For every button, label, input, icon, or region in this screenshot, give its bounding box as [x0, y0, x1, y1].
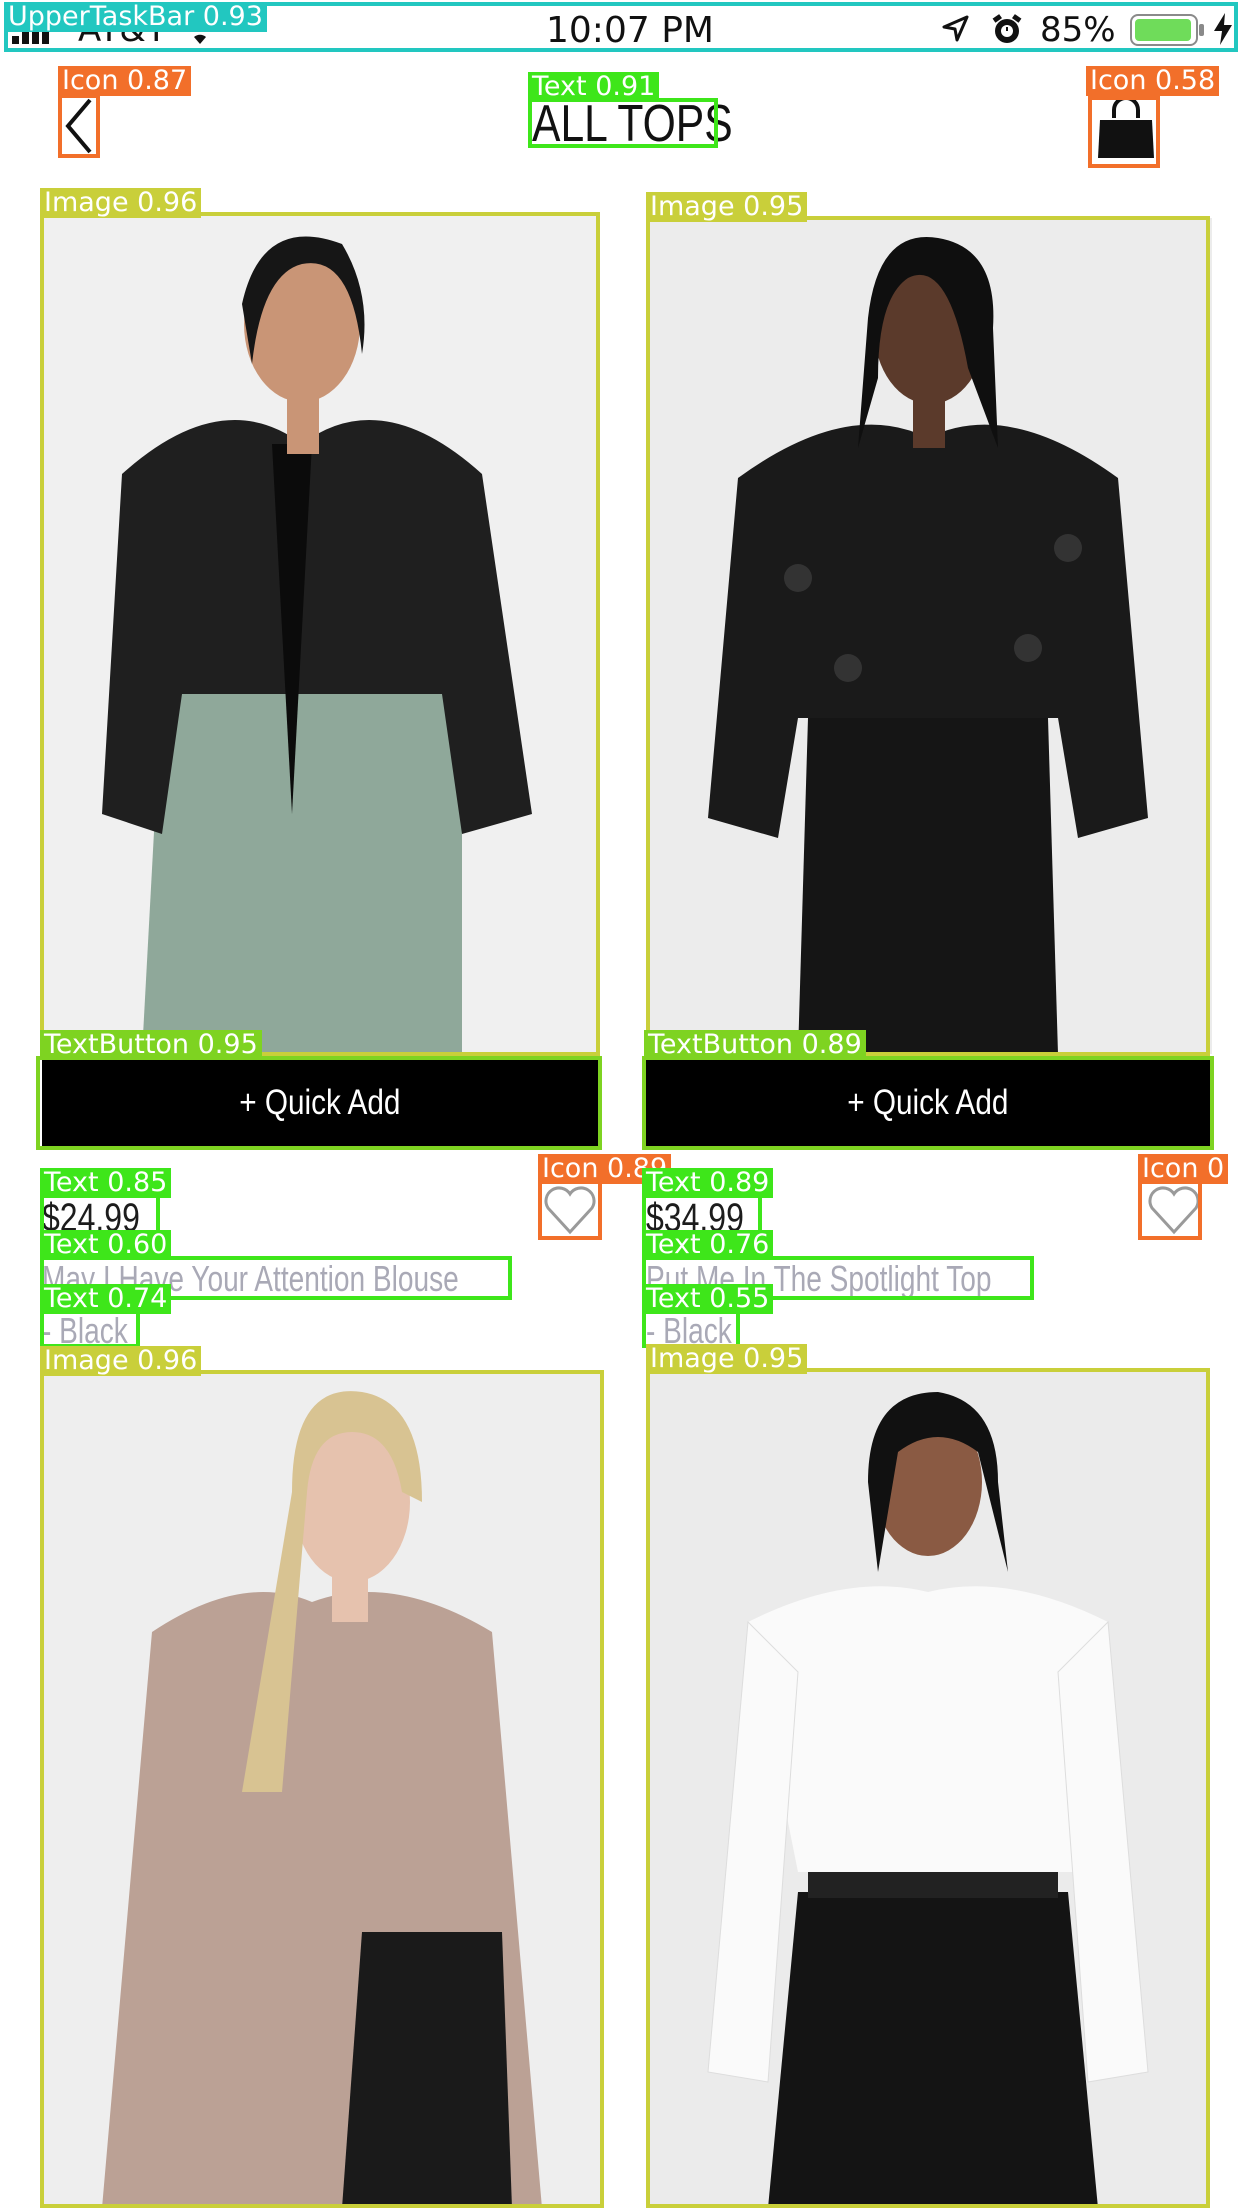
detection-label-image-2: Image 0.95 — [646, 192, 808, 222]
detection-label-name-2a: Text 0.76 — [642, 1230, 774, 1260]
detection-label-image-1: Image 0.96 — [40, 188, 202, 218]
charging-bolt-icon — [1212, 12, 1234, 51]
product-image-2[interactable] — [648, 218, 1212, 1054]
detection-label-title: Text 0.91 — [528, 72, 660, 102]
detection-label-bag-icon: Icon 0.58 — [1086, 66, 1220, 96]
shopping-bag-button[interactable] — [1096, 96, 1156, 162]
product-image-4[interactable] — [648, 1372, 1208, 2208]
detection-label-name-1b: Text 0.74 — [40, 1284, 172, 1314]
detection-label-name-1a: Text 0.60 — [40, 1230, 172, 1260]
chevron-left-icon — [65, 98, 92, 154]
wishlist-button-1[interactable] — [540, 1180, 600, 1240]
detection-label-back-icon: Icon 0.87 — [58, 66, 192, 96]
detection-label-upper-task-bar: UpperTaskBar 0.93 — [4, 2, 267, 32]
detection-label-name-2b: Text 0.55 — [642, 1284, 774, 1314]
product-image-1[interactable] — [42, 214, 598, 1054]
location-arrow-icon — [940, 14, 970, 49]
detection-label-image-3: Image 0.96 — [40, 1346, 202, 1376]
detection-label-price-2: Text 0.89 — [642, 1168, 774, 1198]
back-button[interactable] — [60, 96, 100, 156]
detection-label-image-4: Image 0.95 — [646, 1344, 808, 1374]
quick-add-label-1: + Quick Add — [239, 1083, 401, 1122]
detection-label-button-1: TextButton 0.95 — [40, 1030, 262, 1060]
heart-icon — [1148, 1186, 1200, 1235]
wishlist-button-2[interactable] — [1144, 1180, 1204, 1240]
quick-add-button-2[interactable]: + Quick Add — [646, 1060, 1210, 1146]
clock: 10:07 PM — [546, 10, 714, 51]
heart-icon — [544, 1186, 596, 1235]
shopping-bag-icon — [1098, 96, 1154, 158]
alarm-icon — [990, 12, 1024, 51]
detection-label-heart-2: Icon 0 — [1138, 1154, 1229, 1184]
battery-percent: 85% — [1040, 10, 1116, 50]
page-title: ALL TOPS — [532, 95, 733, 153]
quick-add-label-2: + Quick Add — [847, 1083, 1009, 1122]
detection-label-price-1: Text 0.85 — [40, 1168, 172, 1198]
product-image-3[interactable] — [42, 1372, 602, 2208]
quick-add-button-1[interactable]: + Quick Add — [42, 1060, 598, 1146]
detection-label-button-2: TextButton 0.89 — [644, 1030, 866, 1060]
battery-icon — [1130, 14, 1206, 51]
